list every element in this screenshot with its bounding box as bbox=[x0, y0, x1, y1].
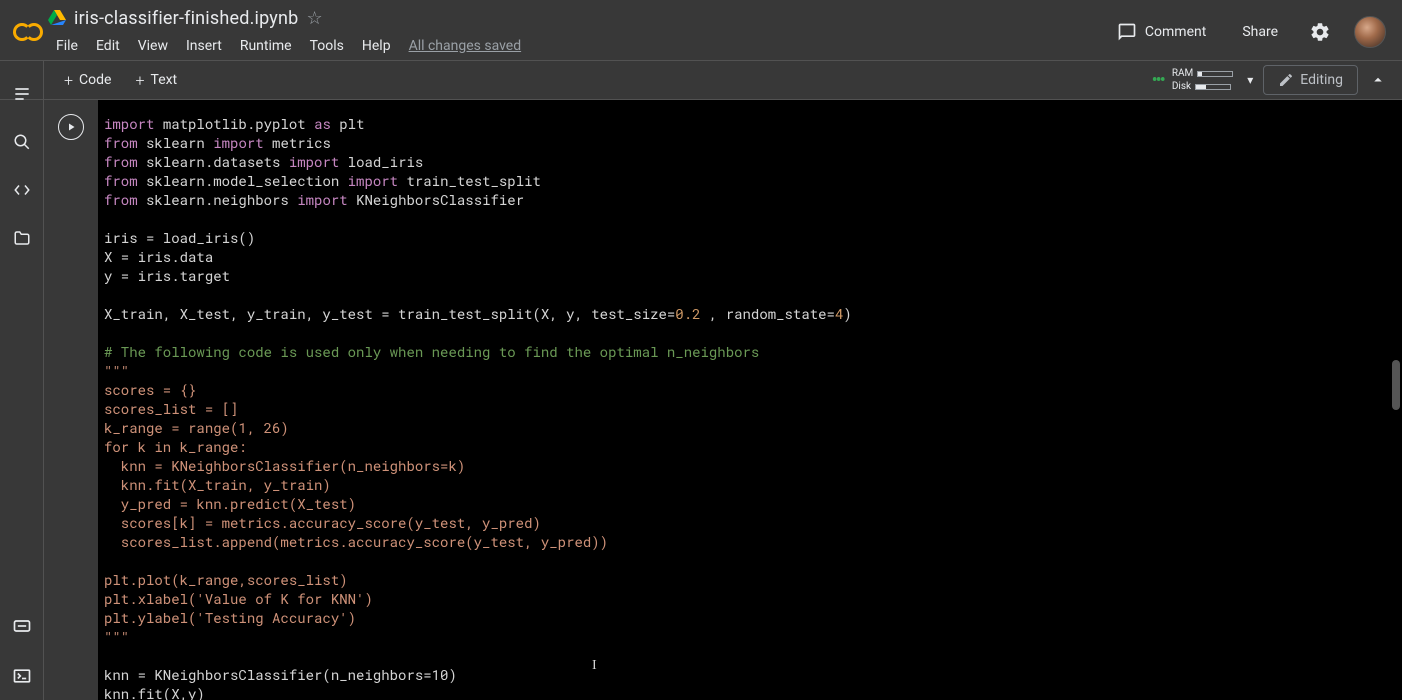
editing-mode-button[interactable]: Editing bbox=[1263, 65, 1358, 95]
drive-icon bbox=[48, 10, 66, 26]
connection-status-icon[interactable]: ••• bbox=[1152, 70, 1164, 91]
notebook-title[interactable]: iris-classifier-finished.ipynb bbox=[74, 8, 298, 29]
chevron-up-icon bbox=[1369, 71, 1387, 89]
plus-icon: + bbox=[64, 71, 73, 90]
settings-button[interactable] bbox=[1302, 14, 1338, 50]
files-icon[interactable] bbox=[12, 228, 32, 248]
scrollbar-thumb[interactable] bbox=[1392, 360, 1400, 410]
header: iris-classifier-finished.ipynb ☆ File Ed… bbox=[0, 0, 1402, 60]
snippets-icon[interactable] bbox=[12, 180, 32, 200]
add-code-button[interactable]: + Code bbox=[52, 67, 123, 94]
menu-help[interactable]: Help bbox=[354, 34, 399, 58]
code-editor[interactable]: import matplotlib.pyplot as plt from skl… bbox=[98, 100, 1402, 700]
share-button[interactable]: Share bbox=[1230, 18, 1290, 46]
menu-tools[interactable]: Tools bbox=[302, 34, 352, 58]
notebook-area: import matplotlib.pyplot as plt from skl… bbox=[44, 100, 1402, 700]
ram-bar bbox=[1197, 71, 1233, 77]
comment-icon bbox=[1117, 22, 1137, 42]
command-palette-icon[interactable] bbox=[12, 616, 32, 636]
menu-file[interactable]: File bbox=[48, 34, 86, 58]
star-icon[interactable]: ☆ bbox=[306, 8, 322, 29]
add-text-button[interactable]: + Text bbox=[123, 67, 189, 94]
toolbar: + Code + Text ••• RAM Disk ▾ Editing bbox=[0, 60, 1402, 100]
toc-icon[interactable] bbox=[12, 84, 32, 104]
terminal-icon[interactable] bbox=[12, 666, 32, 686]
menu-runtime[interactable]: Runtime bbox=[232, 34, 300, 58]
disk-bar bbox=[1195, 84, 1231, 90]
comment-button[interactable]: Comment bbox=[1105, 16, 1218, 48]
save-status: All changes saved bbox=[401, 34, 530, 58]
menu-view[interactable]: View bbox=[130, 34, 176, 58]
resource-dropdown-icon[interactable]: ▾ bbox=[1241, 73, 1259, 87]
search-icon[interactable] bbox=[12, 132, 32, 152]
run-cell-button[interactable] bbox=[58, 114, 84, 140]
code-cell[interactable]: import matplotlib.pyplot as plt from skl… bbox=[44, 100, 1402, 700]
user-avatar[interactable] bbox=[1354, 16, 1386, 48]
gear-icon bbox=[1309, 21, 1331, 43]
disk-label: Disk bbox=[1172, 81, 1191, 92]
plus-icon: + bbox=[135, 71, 144, 90]
text-cursor-icon: I bbox=[592, 656, 597, 675]
resource-meter[interactable]: RAM Disk bbox=[1172, 68, 1233, 92]
pencil-icon bbox=[1278, 72, 1294, 88]
colab-logo[interactable] bbox=[8, 4, 48, 60]
collapse-button[interactable] bbox=[1362, 64, 1394, 96]
cell-gutter bbox=[44, 100, 98, 700]
menu-edit[interactable]: Edit bbox=[88, 34, 128, 58]
comment-label: Comment bbox=[1145, 24, 1206, 40]
play-icon bbox=[65, 121, 77, 133]
ram-label: RAM bbox=[1172, 68, 1193, 79]
menu-insert[interactable]: Insert bbox=[178, 34, 230, 58]
left-sidebar bbox=[0, 60, 44, 700]
